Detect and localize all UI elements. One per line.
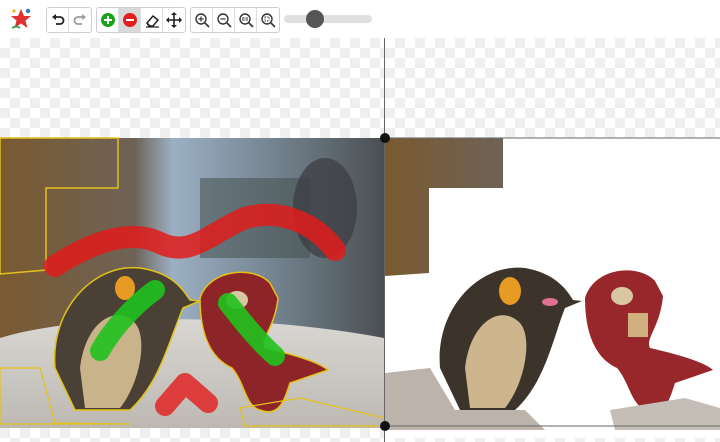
zoom-out-button[interactable] (213, 8, 235, 32)
history-group (46, 7, 92, 33)
plus-circle-icon (100, 12, 116, 28)
undo-button[interactable] (47, 8, 69, 32)
redo-button[interactable] (69, 8, 91, 32)
zoom-fit-button[interactable] (257, 8, 279, 32)
zoom-fit-icon (260, 12, 276, 28)
slider-track (284, 15, 372, 23)
toolbar (0, 0, 720, 39)
slider-thumb[interactable] (306, 10, 324, 28)
frame-handle-bottom[interactable] (380, 421, 390, 431)
zoom-group (190, 7, 280, 33)
minus-circle-icon (122, 12, 138, 28)
zoom-out-icon (216, 12, 232, 28)
eraser-icon (144, 12, 160, 28)
redo-icon (73, 13, 87, 27)
add-mask-button[interactable] (97, 8, 119, 32)
zoom-1to1-icon (238, 12, 254, 28)
zoom-in-icon (194, 12, 210, 28)
mask-tools-group (96, 7, 186, 33)
remove-mask-button[interactable] (119, 8, 141, 32)
zoom-actual-button[interactable] (235, 8, 257, 32)
frame-handle-top[interactable] (380, 133, 390, 143)
zoom-in-button[interactable] (191, 8, 213, 32)
star-logo-icon (8, 6, 34, 32)
eraser-button[interactable] (141, 8, 163, 32)
undo-icon (51, 13, 65, 27)
move-arrows-icon (166, 12, 182, 28)
canvas-frame-overlay (380, 133, 720, 431)
move-button[interactable] (163, 8, 185, 32)
brush-size-slider[interactable] (284, 10, 372, 28)
